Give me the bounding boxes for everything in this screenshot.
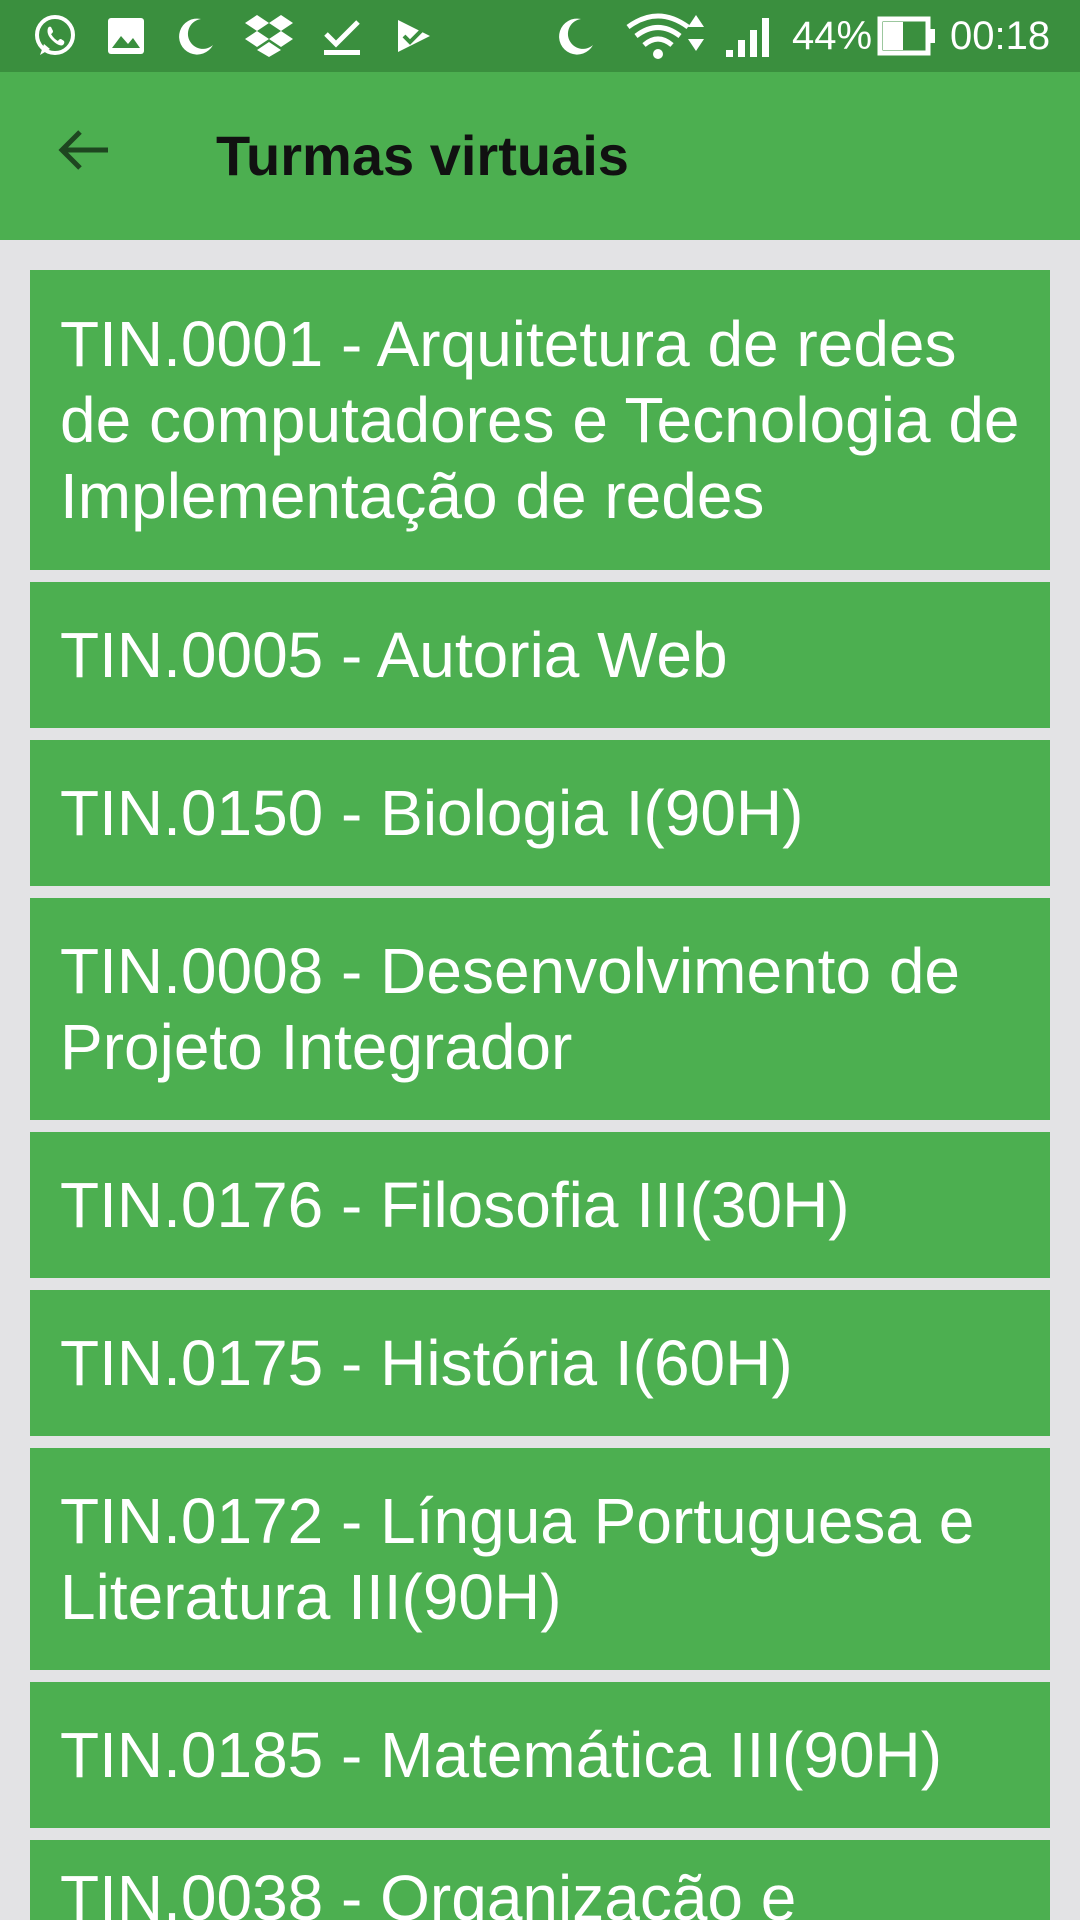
list-item-label: TIN.0185 - Matemática III(90H) (60, 1719, 943, 1791)
download-done-icon (320, 0, 364, 72)
status-bar: 44% 00:18 (0, 0, 1080, 72)
moon-icon (554, 0, 598, 72)
battery-percent: 44% (792, 14, 873, 58)
list-item[interactable]: TIN.0008 - Desenvolvimento de Projeto In… (30, 898, 1050, 1120)
battery-icon (876, 0, 938, 72)
list-item[interactable]: TIN.0038 - Organização e (30, 1840, 1050, 1920)
list-item[interactable]: TIN.0176 - Filosofia III(30H) (30, 1132, 1050, 1278)
list-item[interactable]: TIN.0150 - Biologia I(90H) (30, 740, 1050, 886)
task-icon (392, 0, 436, 72)
list-item-label: TIN.0001 - Arquitetura de redes de compu… (60, 308, 1020, 532)
list-item-label: TIN.0172 - Língua Portuguesa e Literatur… (60, 1485, 975, 1633)
list-item[interactable]: TIN.0172 - Língua Portuguesa e Literatur… (30, 1448, 1050, 1670)
list-item-label: TIN.0008 - Desenvolvimento de Projeto In… (60, 935, 960, 1083)
list-item[interactable]: TIN.0005 - Autoria Web (30, 582, 1050, 728)
moon-icon (174, 0, 218, 72)
list-item[interactable]: TIN.0175 - História I(60H) (30, 1290, 1050, 1436)
screen: 44% 00:18 Turmas virtuais TIN.0001 - Arq… (0, 0, 1080, 1920)
back-button[interactable] (44, 112, 124, 192)
image-icon (104, 0, 148, 72)
clock: 00:18 (950, 14, 1051, 58)
whatsapp-icon (30, 0, 80, 72)
app-bar: Turmas virtuais (0, 72, 1080, 240)
list-item-label: TIN.0005 - Autoria Web (60, 619, 728, 691)
dropbox-icon (242, 0, 296, 72)
list-item[interactable]: TIN.0185 - Matemática III(90H) (30, 1682, 1050, 1828)
list-item-label: TIN.0176 - Filosofia III(30H) (60, 1169, 850, 1241)
list-item[interactable]: TIN.0001 - Arquitetura de redes de compu… (30, 270, 1050, 570)
class-list: TIN.0001 - Arquitetura de redes de compu… (30, 270, 1050, 1920)
signal-icon (724, 0, 776, 72)
list-item-label: TIN.0150 - Biologia I(90H) (60, 777, 804, 849)
wifi-icon (624, 0, 708, 72)
list-item-label: TIN.0175 - História I(60H) (60, 1327, 793, 1399)
list-item-label: TIN.0038 - Organização e (60, 1862, 797, 1920)
arrow-back-icon (56, 126, 112, 179)
page-title: Turmas virtuais (216, 124, 629, 187)
